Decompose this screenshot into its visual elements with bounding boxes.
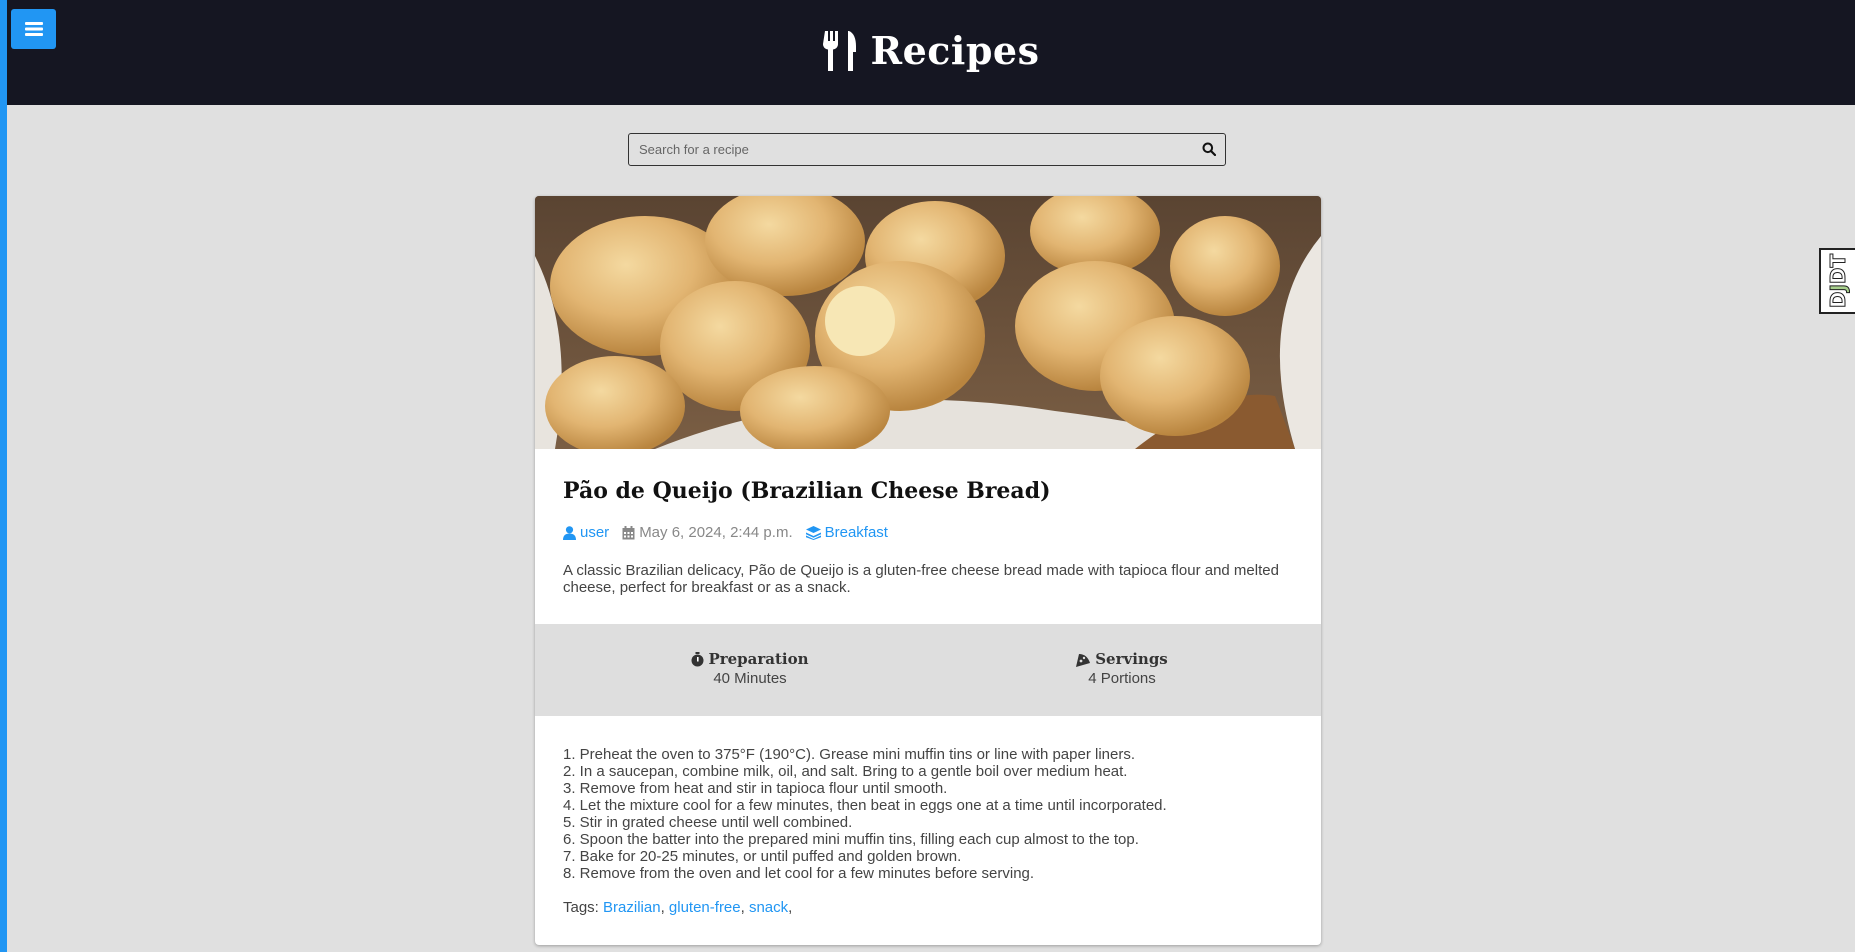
step-item: 6. Spoon the batter into the prepared mi… <box>563 831 1139 848</box>
recipe-description: A classic Brazilian delicacy, Pão de Que… <box>563 562 1279 596</box>
recipe-meta: user May 6, 2024, 2:44 p.m. Breakfast <box>563 524 901 541</box>
step-item: 4. Let the mixture cool for a few minute… <box>563 797 1167 814</box>
user-icon <box>563 525 576 540</box>
servings-label: Servings <box>1095 650 1168 668</box>
tag-link[interactable]: snack <box>749 899 788 916</box>
step-item: 2. In a saucepan, combine milk, oil, and… <box>563 763 1128 780</box>
step-item: 8. Remove from the oven and let cool for… <box>563 865 1035 882</box>
preparation-value: 40 Minutes <box>713 670 787 687</box>
recipe-date: May 6, 2024, 2:44 p.m. <box>639 524 793 541</box>
step-item: 1. Preheat the oven to 375°F (190°C). Gr… <box>563 746 1135 763</box>
top-header: Recipes <box>7 0 1855 105</box>
recipe-stats: Preparation 40 Minutes Servings 4 Portio… <box>535 624 1321 716</box>
category-link[interactable]: Breakfast <box>825 524 888 541</box>
utensils-icon <box>822 30 856 71</box>
tags-label: Tags: <box>563 899 599 916</box>
step-item: 3. Remove from heat and stir in tapioca … <box>563 780 948 797</box>
search-input[interactable] <box>629 134 1189 165</box>
recipe-steps: 1. Preheat the oven to 375°F (190°C). Gr… <box>563 746 1167 882</box>
calendar-icon <box>622 525 635 539</box>
step-item: 7. Bake for 20-25 minutes, or until puff… <box>563 848 962 865</box>
category-meta: Breakfast <box>805 524 888 541</box>
debug-toolbar-handle[interactable]: DJDT <box>1819 248 1855 314</box>
debug-toolbar-logo: DJDT <box>1826 253 1851 309</box>
servings-stat: Servings 4 Portions <box>1022 650 1222 687</box>
recipe-tags: Tags: Brazilian, gluten-free, snack, <box>563 899 793 916</box>
tag-link[interactable]: Brazilian <box>603 899 661 916</box>
preparation-stat: Preparation 40 Minutes <box>650 650 850 687</box>
author-link[interactable]: user <box>580 524 609 541</box>
recipe-title: Pão de Queijo (Brazilian Cheese Bread) <box>563 478 1051 504</box>
recipe-card: Pão de Queijo (Brazilian Cheese Bread) u… <box>535 196 1321 945</box>
recipe-photo <box>535 196 1321 449</box>
step-item: 5. Stir in grated cheese until well comb… <box>563 814 853 831</box>
date-meta: May 6, 2024, 2:44 p.m. <box>622 524 793 541</box>
cheese-bread-image <box>535 196 1321 449</box>
search-icon[interactable] <box>1202 142 1216 156</box>
left-edge-stripe <box>0 0 7 952</box>
tag-link[interactable]: gluten-free <box>669 899 741 916</box>
preparation-label: Preparation <box>708 650 809 668</box>
servings-value: 4 Portions <box>1088 670 1156 687</box>
author-meta: user <box>563 524 609 541</box>
pizza-slice-icon <box>1076 653 1091 667</box>
stopwatch-icon <box>691 651 704 666</box>
brand[interactable]: Recipes <box>7 28 1855 73</box>
page-title: Recipes <box>870 28 1040 73</box>
layers-icon <box>805 525 821 540</box>
search-bar <box>628 133 1226 166</box>
